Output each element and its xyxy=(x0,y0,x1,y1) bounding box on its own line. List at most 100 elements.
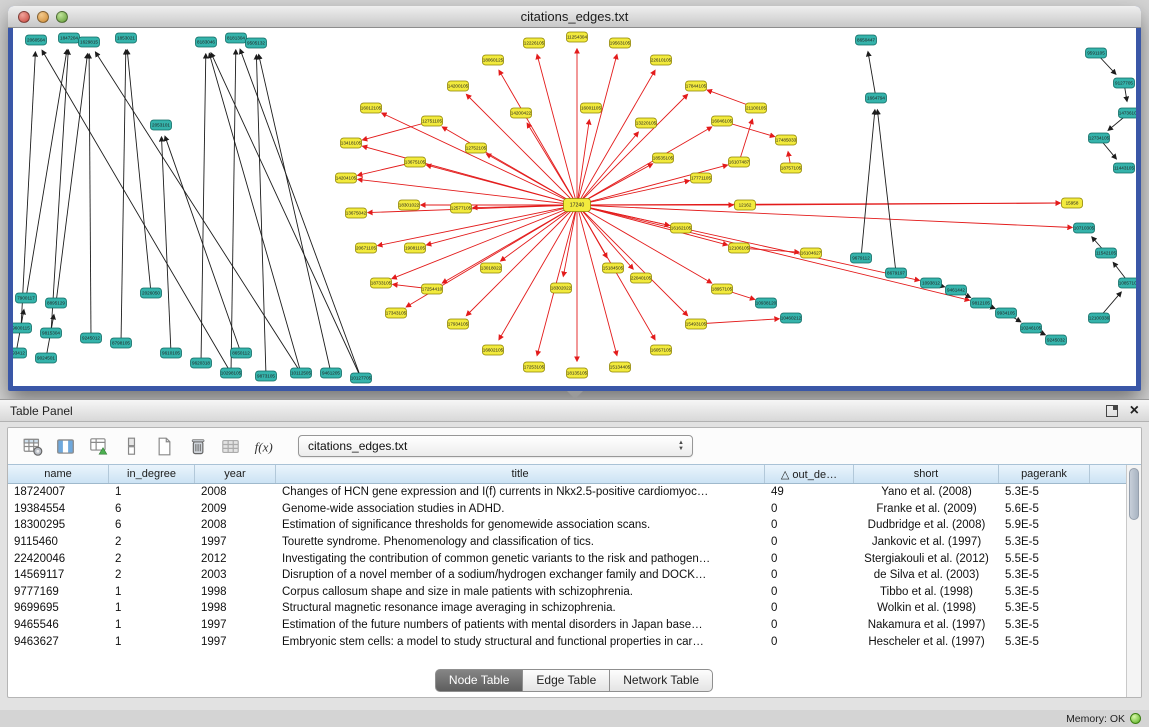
network-canvas[interactable]: 2060504 18472041629815 1853021 8183046 81813… xyxy=(13,28,1136,386)
column-header-name[interactable]: name xyxy=(8,465,109,483)
graph-node[interactable]: 8679197 xyxy=(886,268,907,278)
graph-node[interactable]: 17844105 xyxy=(686,81,707,91)
graph-node[interactable]: 1853021 xyxy=(116,33,137,43)
graph-node[interactable]: 17254410 xyxy=(422,284,443,294)
graph-node[interactable]: 1629815 xyxy=(79,37,100,47)
graph-node[interactable]: 8183046 xyxy=(196,37,217,47)
graph-node[interactable]: 10938120 xyxy=(756,298,777,308)
graph-node[interactable]: 9610105 xyxy=(161,348,182,358)
graph-node[interactable]: 12106105 xyxy=(729,243,750,253)
network-view[interactable]: 2060504 18472041629815 1853021 8183046 81813… xyxy=(13,28,1136,386)
table-row[interactable]: 977716911998Corpus callosum shape and si… xyxy=(8,584,1141,601)
table-row[interactable]: 969969511998Structural magnetic resonanc… xyxy=(8,600,1141,617)
graph-node[interactable]: 17485033 xyxy=(776,135,797,145)
graph-node[interactable]: 8798105 xyxy=(111,338,132,348)
table-row[interactable]: 2242004622012Investigating the contribut… xyxy=(8,550,1141,567)
graph-node[interactable]: 17934105 xyxy=(448,319,469,329)
graph-node[interactable]: 20671105 xyxy=(356,243,377,253)
graph-node[interactable]: 12226105 xyxy=(524,38,545,48)
column-header-out_de[interactable]: △ out_de… xyxy=(765,465,854,483)
graph-node[interactable]: 7893412 xyxy=(13,348,27,358)
tab-node-table[interactable]: Node Table xyxy=(435,669,524,692)
graph-node[interactable]: 16107487 xyxy=(729,157,750,167)
graph-node[interactable]: 12577105 xyxy=(451,203,472,213)
graph-node[interactable]: 14200105 xyxy=(448,81,469,91)
graph-node[interactable]: 19081105 xyxy=(405,243,426,253)
graph-node[interactable]: 9873105 xyxy=(256,371,277,381)
graph-node[interactable]: 10127705 xyxy=(351,373,372,383)
table-mode-icon[interactable] xyxy=(18,433,46,459)
graph-node[interactable]: 19563105 xyxy=(610,38,631,48)
graph-node[interactable]: 10112505 xyxy=(291,368,312,378)
table-row[interactable]: 1938455462009Genome-wide association stu… xyxy=(8,501,1141,518)
graph-node[interactable]: 22610105 xyxy=(651,55,672,65)
graph-node[interactable]: 12734105 xyxy=(1089,133,1110,143)
graph-node[interactable]: 16057105 xyxy=(651,345,672,355)
graph-node[interactable]: 14204105 xyxy=(336,173,357,183)
graph-node[interactable]: 11254304 xyxy=(567,32,588,42)
graph-node[interactable]: 12162 xyxy=(735,200,756,210)
graph-node[interactable]: 22040105 xyxy=(631,273,652,283)
graph-node[interactable]: 11443105 xyxy=(1114,163,1135,173)
graph-node[interactable]: 9600115 xyxy=(13,323,32,333)
graph-node[interactable]: 16001105 xyxy=(581,103,602,113)
scrollbar-thumb[interactable] xyxy=(1129,468,1139,520)
column-header-year[interactable]: year xyxy=(195,465,276,483)
graph-node[interactable]: 12100336 xyxy=(1089,313,1110,323)
graph-node[interactable]: 14736105 xyxy=(1119,108,1137,118)
delete-icon[interactable] xyxy=(183,433,211,459)
graph-node[interactable]: 9245012 xyxy=(81,333,102,343)
zoom-button[interactable] xyxy=(56,11,68,23)
window-resize-grip[interactable] xyxy=(567,391,583,399)
graph-node[interactable]: 9815304 xyxy=(41,328,62,338)
graph-node[interactable]: 2060504 xyxy=(26,35,47,45)
graph-node[interactable]: 8650447 xyxy=(856,35,877,45)
column-header-short[interactable]: short xyxy=(854,465,999,483)
graph-node[interactable]: 17240 xyxy=(564,199,591,212)
column-header-title[interactable]: title xyxy=(276,465,765,483)
graph-node[interactable]: 10857105 xyxy=(1119,278,1137,288)
graph-node[interactable]: 18135105 xyxy=(567,368,588,378)
graph-node[interactable]: 17253105 xyxy=(524,362,545,372)
graph-node[interactable]: 18535105 xyxy=(653,153,674,163)
graph-node[interactable]: 12752105 xyxy=(466,143,487,153)
table-row[interactable]: 1872400712008Changes of HCN gene express… xyxy=(8,484,1141,501)
graph-node[interactable]: 13675042 xyxy=(346,208,367,218)
graph-node[interactable]: 1847204 xyxy=(59,33,80,43)
table-row[interactable]: 1830029562008Estimation of significance … xyxy=(8,517,1141,534)
graph-node[interactable]: 9812105 xyxy=(971,298,992,308)
graph-node[interactable]: 15184505 xyxy=(603,263,624,273)
graph-node[interactable]: 8181304 xyxy=(226,33,247,43)
graph-node[interactable]: 18957105 xyxy=(712,284,733,294)
graph-node[interactable]: 14200422 xyxy=(511,108,532,118)
tab-edge-table[interactable]: Edge Table xyxy=(522,669,610,692)
graph-node[interactable]: 8895129 xyxy=(46,298,67,308)
graph-node[interactable]: 8650112 xyxy=(231,348,252,358)
graph-node[interactable]: 9591105 xyxy=(1086,48,1107,58)
tab-network-table[interactable]: Network Table xyxy=(609,669,713,692)
table-selector[interactable]: citations_edges.txt ▲▼ xyxy=(298,435,693,457)
graph-node[interactable]: 16162105 xyxy=(671,223,692,233)
graph-node[interactable]: 18757105 xyxy=(781,163,802,173)
graph-node[interactable]: 17343105 xyxy=(386,308,407,318)
graph-node[interactable]: 13220105 xyxy=(636,118,657,128)
graph-node[interactable]: 2053101 xyxy=(151,120,172,130)
float-panel-icon[interactable] xyxy=(1106,405,1118,417)
graph-node[interactable]: 15134405 xyxy=(610,362,631,372)
graph-node[interactable]: 9620318 xyxy=(191,358,212,368)
graph-node[interactable]: 10246105 xyxy=(1021,323,1042,333)
row-selector-icon[interactable] xyxy=(117,433,145,459)
function-builder-icon[interactable]: f(x) xyxy=(249,433,277,459)
graph-node[interactable]: 15958 xyxy=(1062,198,1083,208)
graph-node[interactable]: 21100105 xyxy=(746,103,767,113)
graph-node[interactable]: 16104627 xyxy=(801,248,822,258)
graph-node[interactable]: 9127705 xyxy=(1114,78,1135,88)
column-header-pagerank[interactable]: pagerank xyxy=(999,465,1090,483)
table-row[interactable]: 911546021997Tourette syndrome. Phenomeno… xyxy=(8,534,1141,551)
minimize-button[interactable] xyxy=(37,11,49,23)
graph-node[interactable]: 9679112 xyxy=(851,253,872,263)
graph-node[interactable]: 7900117 xyxy=(16,293,37,303)
graph-node[interactable]: 10710305 xyxy=(1074,223,1095,233)
graph-node[interactable]: 9024501 xyxy=(36,353,57,363)
close-panel-icon[interactable]: × xyxy=(1130,404,1139,418)
